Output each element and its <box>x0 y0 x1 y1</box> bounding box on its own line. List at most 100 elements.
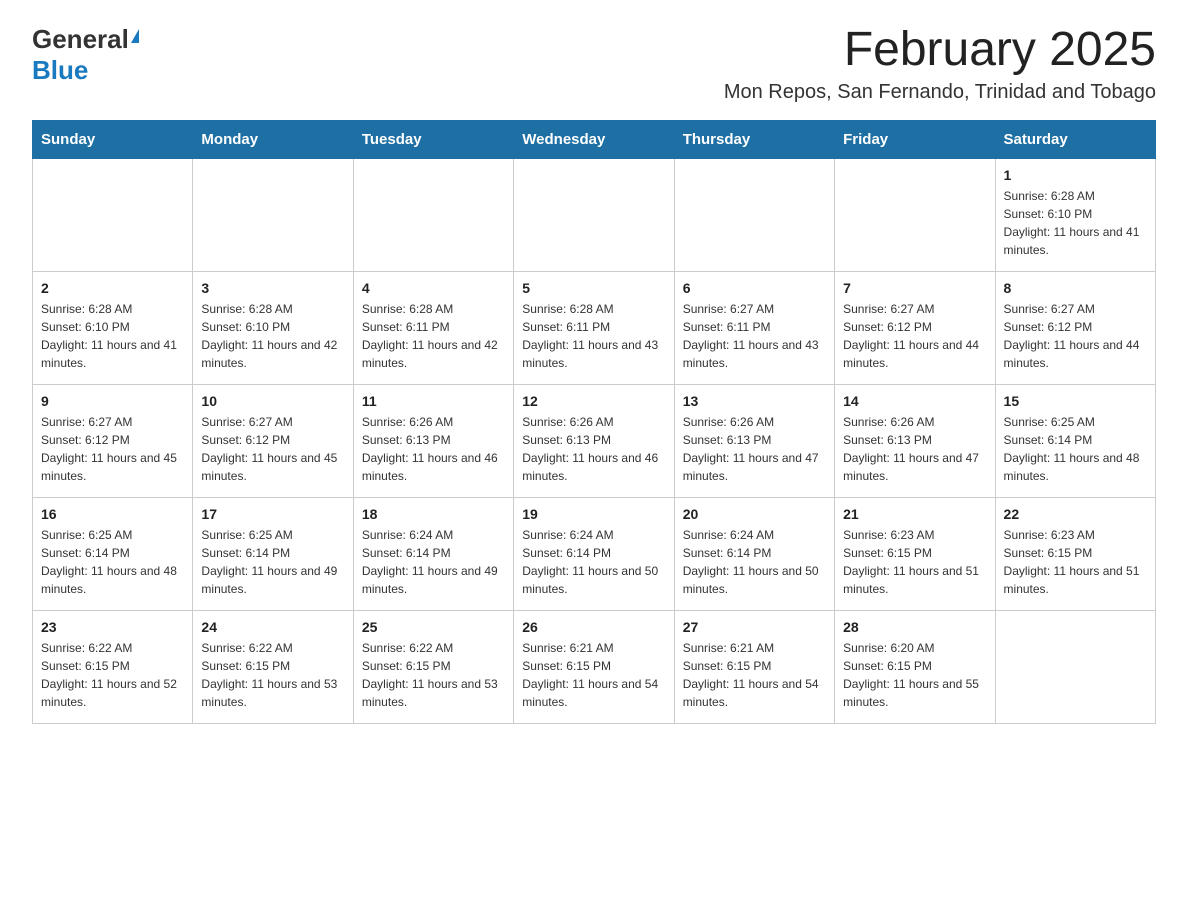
calendar-day-header: Monday <box>193 120 353 158</box>
calendar-day-cell <box>835 158 995 271</box>
calendar-day-cell: 10 Sunrise: 6:27 AM Sunset: 6:12 PM Dayli… <box>193 384 353 497</box>
calendar-day-header: Saturday <box>995 120 1155 158</box>
day-info: Sunrise: 6:22 AM Sunset: 6:15 PM Dayligh… <box>201 639 344 711</box>
calendar-day-cell: 24 Sunrise: 6:22 AM Sunset: 6:15 PM Dayli… <box>193 610 353 723</box>
calendar-day-cell: 5 Sunrise: 6:28 AM Sunset: 6:11 PM Daylig… <box>514 271 674 384</box>
day-number: 3 <box>201 280 344 296</box>
day-info: Sunrise: 6:27 AM Sunset: 6:12 PM Dayligh… <box>1004 300 1147 372</box>
main-title: February 2025 <box>724 24 1156 77</box>
day-info: Sunrise: 6:20 AM Sunset: 6:15 PM Dayligh… <box>843 639 986 711</box>
day-info: Sunrise: 6:26 AM Sunset: 6:13 PM Dayligh… <box>522 413 665 485</box>
day-info: Sunrise: 6:26 AM Sunset: 6:13 PM Dayligh… <box>843 413 986 485</box>
day-info: Sunrise: 6:25 AM Sunset: 6:14 PM Dayligh… <box>41 526 184 598</box>
calendar-day-cell: 17 Sunrise: 6:25 AM Sunset: 6:14 PM Dayli… <box>193 497 353 610</box>
day-number: 6 <box>683 280 826 296</box>
day-info: Sunrise: 6:28 AM Sunset: 6:10 PM Dayligh… <box>41 300 184 372</box>
day-number: 17 <box>201 506 344 522</box>
calendar-day-cell: 8 Sunrise: 6:27 AM Sunset: 6:12 PM Daylig… <box>995 271 1155 384</box>
calendar-day-cell: 7 Sunrise: 6:27 AM Sunset: 6:12 PM Daylig… <box>835 271 995 384</box>
day-number: 26 <box>522 619 665 635</box>
day-number: 24 <box>201 619 344 635</box>
day-info: Sunrise: 6:21 AM Sunset: 6:15 PM Dayligh… <box>683 639 826 711</box>
calendar-day-cell: 4 Sunrise: 6:28 AM Sunset: 6:11 PM Daylig… <box>353 271 513 384</box>
calendar-day-cell: 22 Sunrise: 6:23 AM Sunset: 6:15 PM Dayli… <box>995 497 1155 610</box>
logo: General Blue <box>32 24 139 86</box>
day-number: 8 <box>1004 280 1147 296</box>
calendar-day-header: Sunday <box>33 120 193 158</box>
day-info: Sunrise: 6:27 AM Sunset: 6:12 PM Dayligh… <box>41 413 184 485</box>
day-number: 16 <box>41 506 184 522</box>
day-number: 12 <box>522 393 665 409</box>
day-info: Sunrise: 6:27 AM Sunset: 6:12 PM Dayligh… <box>843 300 986 372</box>
calendar-day-cell: 2 Sunrise: 6:28 AM Sunset: 6:10 PM Daylig… <box>33 271 193 384</box>
day-info: Sunrise: 6:28 AM Sunset: 6:10 PM Dayligh… <box>201 300 344 372</box>
calendar-day-cell: 18 Sunrise: 6:24 AM Sunset: 6:14 PM Dayli… <box>353 497 513 610</box>
day-info: Sunrise: 6:23 AM Sunset: 6:15 PM Dayligh… <box>1004 526 1147 598</box>
calendar-day-cell <box>514 158 674 271</box>
day-info: Sunrise: 6:25 AM Sunset: 6:14 PM Dayligh… <box>201 526 344 598</box>
day-number: 15 <box>1004 393 1147 409</box>
day-number: 27 <box>683 619 826 635</box>
calendar-day-cell <box>995 610 1155 723</box>
day-number: 9 <box>41 393 184 409</box>
day-number: 14 <box>843 393 986 409</box>
day-number: 2 <box>41 280 184 296</box>
calendar-day-cell: 12 Sunrise: 6:26 AM Sunset: 6:13 PM Dayli… <box>514 384 674 497</box>
calendar-week-row: 1 Sunrise: 6:28 AM Sunset: 6:10 PM Daylig… <box>33 158 1156 271</box>
day-number: 5 <box>522 280 665 296</box>
calendar-week-row: 2 Sunrise: 6:28 AM Sunset: 6:10 PM Daylig… <box>33 271 1156 384</box>
day-number: 11 <box>362 393 505 409</box>
logo-general-text: General <box>32 24 129 55</box>
logo-blue-text: Blue <box>32 55 88 85</box>
calendar-day-cell: 13Sunrise: 6:26 AM Sunset: 6:13 PM Dayli… <box>674 384 834 497</box>
calendar-day-cell <box>353 158 513 271</box>
day-number: 19 <box>522 506 665 522</box>
calendar-day-cell: 9 Sunrise: 6:27 AM Sunset: 6:12 PM Daylig… <box>33 384 193 497</box>
calendar-day-cell <box>674 158 834 271</box>
subtitle: Mon Repos, San Fernando, Trinidad and To… <box>724 81 1156 104</box>
calendar-day-cell: 26 Sunrise: 6:21 AM Sunset: 6:15 PM Dayli… <box>514 610 674 723</box>
calendar-day-cell: 25Sunrise: 6:22 AM Sunset: 6:15 PM Dayli… <box>353 610 513 723</box>
day-info: Sunrise: 6:27 AM Sunset: 6:11 PM Dayligh… <box>683 300 826 372</box>
day-info: Sunrise: 6:24 AM Sunset: 6:14 PM Dayligh… <box>362 526 505 598</box>
calendar-day-cell: 19 Sunrise: 6:24 AM Sunset: 6:14 PM Dayli… <box>514 497 674 610</box>
calendar-day-header: Thursday <box>674 120 834 158</box>
calendar-day-cell: 28 Sunrise: 6:20 AM Sunset: 6:15 PM Dayli… <box>835 610 995 723</box>
day-info: Sunrise: 6:25 AM Sunset: 6:14 PM Dayligh… <box>1004 413 1147 485</box>
day-info: Sunrise: 6:21 AM Sunset: 6:15 PM Dayligh… <box>522 639 665 711</box>
day-info: Sunrise: 6:24 AM Sunset: 6:14 PM Dayligh… <box>522 526 665 598</box>
calendar-table: SundayMondayTuesdayWednesdayThursdayFrid… <box>32 120 1156 724</box>
day-number: 10 <box>201 393 344 409</box>
day-number: 4 <box>362 280 505 296</box>
page-header: General Blue February 2025 Mon Repos, Sa… <box>32 24 1156 104</box>
calendar-header-row: SundayMondayTuesdayWednesdayThursdayFrid… <box>33 120 1156 158</box>
calendar-day-cell: 15 Sunrise: 6:25 AM Sunset: 6:14 PM Dayli… <box>995 384 1155 497</box>
day-info: Sunrise: 6:28 AM Sunset: 6:11 PM Dayligh… <box>522 300 665 372</box>
day-number: 22 <box>1004 506 1147 522</box>
day-info: Sunrise: 6:22 AM Sunset: 6:15 PM Dayligh… <box>362 639 505 711</box>
day-number: 7 <box>843 280 986 296</box>
day-info: Sunrise: 6:23 AM Sunset: 6:15 PM Dayligh… <box>843 526 986 598</box>
day-info: Sunrise: 6:24 AM Sunset: 6:14 PM Dayligh… <box>683 526 826 598</box>
calendar-day-cell: 21Sunrise: 6:23 AM Sunset: 6:15 PM Dayli… <box>835 497 995 610</box>
calendar-day-cell <box>193 158 353 271</box>
calendar-week-row: 23 Sunrise: 6:22 AM Sunset: 6:15 PM Dayli… <box>33 610 1156 723</box>
day-info: Sunrise: 6:26 AM Sunset: 6:13 PM Dayligh… <box>683 413 826 485</box>
day-info: Sunrise: 6:26 AM Sunset: 6:13 PM Dayligh… <box>362 413 505 485</box>
calendar-day-cell <box>33 158 193 271</box>
logo-triangle-icon <box>131 29 139 43</box>
calendar-week-row: 9 Sunrise: 6:27 AM Sunset: 6:12 PM Daylig… <box>33 384 1156 497</box>
day-number: 23 <box>41 619 184 635</box>
day-number: 28 <box>843 619 986 635</box>
day-number: 20 <box>683 506 826 522</box>
calendar-day-cell: 11 Sunrise: 6:26 AM Sunset: 6:13 PM Dayli… <box>353 384 513 497</box>
calendar-day-cell: 27 Sunrise: 6:21 AM Sunset: 6:15 PM Dayli… <box>674 610 834 723</box>
day-info: Sunrise: 6:27 AM Sunset: 6:12 PM Dayligh… <box>201 413 344 485</box>
day-info: Sunrise: 6:28 AM Sunset: 6:10 PM Dayligh… <box>1004 187 1147 259</box>
calendar-day-cell: 3 Sunrise: 6:28 AM Sunset: 6:10 PM Daylig… <box>193 271 353 384</box>
day-number: 18 <box>362 506 505 522</box>
calendar-day-header: Tuesday <box>353 120 513 158</box>
day-info: Sunrise: 6:28 AM Sunset: 6:11 PM Dayligh… <box>362 300 505 372</box>
day-number: 1 <box>1004 167 1147 183</box>
calendar-day-cell: 14 Sunrise: 6:26 AM Sunset: 6:13 PM Dayli… <box>835 384 995 497</box>
